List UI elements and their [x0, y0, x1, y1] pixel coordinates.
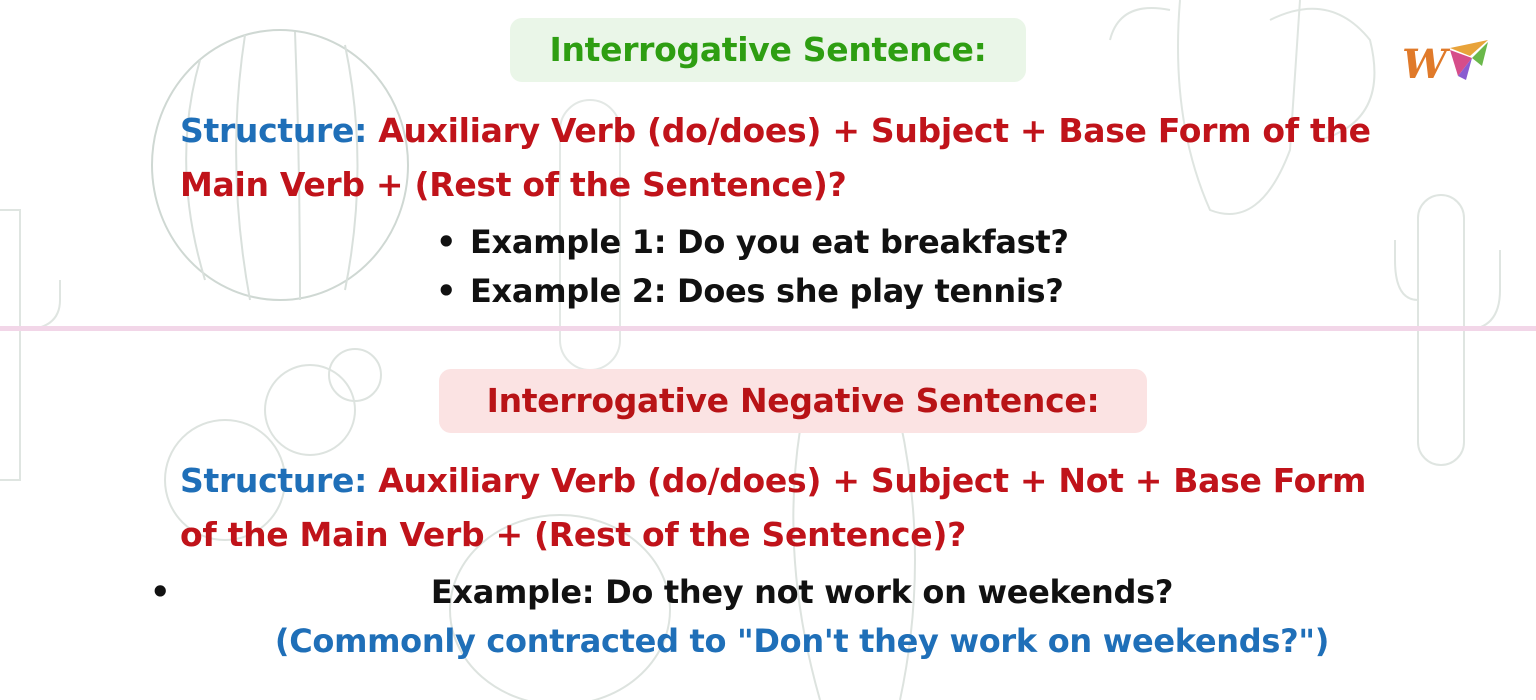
example-1-text: Example 1: Do you eat breakfast?: [470, 223, 1069, 261]
interrogative-negative-heading: Interrogative Negative Sentence:: [439, 369, 1147, 433]
interrogative-negative-structure: Structure: Auxiliary Verb (do/does) + Su…: [180, 454, 1380, 562]
list-item: • Example 2: Does she play tennis?: [436, 267, 1064, 315]
structure-label: Structure:: [180, 111, 367, 150]
bullet-icon: •: [436, 223, 457, 261]
negative-example-text: Example: Do they not work on weekends?: [430, 573, 1174, 611]
svg-text:W: W: [1402, 41, 1451, 86]
section-divider: [0, 326, 1536, 331]
bullet-icon: •: [436, 272, 457, 310]
interrogative-structure: Structure: Auxiliary Verb (do/does) + Su…: [180, 104, 1380, 212]
list-item: • Example 1: Do you eat breakfast?: [436, 218, 1069, 266]
structure-label: Structure:: [180, 461, 367, 500]
contraction-note: (Commonly contracted to "Don't they work…: [274, 622, 1330, 660]
example-2-text: Example 2: Does she play tennis?: [470, 272, 1064, 310]
brand-logo-w-icon: W: [1402, 40, 1488, 86]
interrogative-heading: Interrogative Sentence:: [510, 18, 1026, 82]
